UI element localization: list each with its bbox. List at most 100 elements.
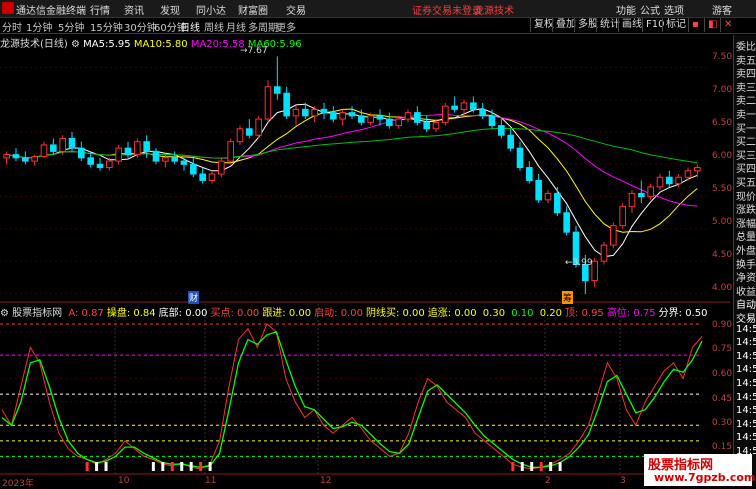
candle-body [470,102,477,110]
x-tick: 12 [320,476,332,486]
period-multi[interactable]: 多周期 [248,19,278,34]
layout-icon[interactable]: ◧ [704,18,720,32]
low-price-label: ←3.99 [565,258,593,268]
period-5min[interactable]: 5分钟 [58,19,84,34]
finance-marker[interactable]: 财 [188,291,200,304]
candle-body [358,115,365,123]
y-tick: 6.00 [712,151,733,161]
x-tick: 2023年 [2,479,34,489]
candle-body [656,176,664,188]
login-warning[interactable]: 证券交易未登录 [412,2,482,17]
period-intraday[interactable]: 分时 [2,19,22,34]
bottom-marker [520,462,524,471]
indicator-a-line [1,323,703,470]
sub-y-tick: 0.15 [712,442,733,452]
candle-body [59,137,66,152]
mark-button[interactable]: 标记 [662,18,689,32]
side-label-25: 14:56 [736,378,756,389]
bottom-marker [558,462,562,471]
chip-marker[interactable]: 筹 [562,291,574,304]
candle-body [666,176,673,185]
candle-body [451,105,458,110]
period-daily[interactable]: 日线 [180,19,200,34]
menu-guest[interactable]: 游客 [712,2,732,17]
candle-body [367,115,374,123]
candle-body [694,167,701,172]
bottom-marker [161,462,165,471]
candle-body [675,176,682,185]
candle-body [414,112,421,123]
stock-name-brand: 龙源技术 [474,6,514,17]
candle-body [152,150,160,162]
draw-line-button[interactable]: 画线 [618,18,645,32]
menu-item-tongxiaoda[interactable]: 同小达 [196,2,226,17]
menu-item-wealth[interactable]: 财富圈 [238,2,268,17]
indicator-trade-line [1,330,703,468]
y-tick: 6.50 [712,118,733,128]
candle-body [208,173,216,181]
y-tick: 4.00 [712,283,733,293]
candle-body [236,128,244,143]
sub-indicator-2: 底部: 0.00 [158,308,208,319]
candle-body [68,137,76,149]
chart-menu-icon[interactable]: ▪ [688,18,702,32]
sub-chart-header: ⚙ 股票指标网 A: 0.87 操盘: 0.84 底部: 0.00 买点: 0.00 跟… [0,304,708,319]
candle-body [526,167,533,181]
period-weekly[interactable]: 周线 [204,19,224,34]
menu-formula[interactable]: 公式 [640,2,660,17]
x-tick: 11 [205,476,217,486]
kline-chart[interactable] [0,34,733,487]
sub-indicator-13: 分界: 0.50 [658,308,708,319]
side-label-22: 14:55 [736,337,756,349]
period-toolbar: 分时 1分钟 5分钟 15分钟 30分钟 60分钟 日线 周线 月线 多周期 更… [0,18,756,34]
candle-body [432,121,440,130]
ma-line-MA60 [6,127,698,164]
side-label-26: 14:56 [736,391,756,403]
menu-options[interactable]: 选项 [664,2,684,17]
menu-item-trade[interactable]: 交易 [286,2,306,17]
menu-item-news[interactable]: 资讯 [124,2,144,17]
bottom-marker [530,462,534,471]
sub-indicator-7: 追涨: 0.00 [427,308,477,319]
sub-indicator-12: 高位: 0.75 [606,308,656,319]
period-monthly[interactable]: 月线 [226,19,246,34]
app-logo-icon [2,2,14,14]
candle-body [246,128,253,136]
period-more[interactable]: 更多 [276,19,296,34]
ma-line-MA5 [6,103,698,258]
sub-indicator-4: 跟进: 0.00 [262,308,312,319]
candle-body [180,160,188,165]
menu-function[interactable]: 功能 [616,2,636,17]
candle-body [348,112,356,117]
sub-settings-icon[interactable]: ⚙ [0,308,9,319]
menu-item-quotes[interactable]: 行情 [90,2,110,17]
x-tick: 2 [545,476,551,486]
period-1min[interactable]: 1分钟 [26,19,52,34]
bottom-marker [85,462,89,471]
candle-body [386,118,393,127]
candle-body [274,86,281,94]
sub-chart-title: 股票指标网 [12,308,63,319]
high-price-label: →7.67 [240,46,268,56]
side-label-21: 14:55 [736,323,756,335]
period-30min[interactable]: 30分钟 [124,19,157,34]
y-tick: 7.50 [712,52,733,62]
candle-body [647,186,654,198]
bottom-marker [170,462,174,471]
bottom-marker [95,462,99,471]
y-tick: 4.50 [712,250,733,260]
candle-body [339,112,346,120]
period-15min[interactable]: 15分钟 [90,19,123,34]
bottom-marker [539,462,543,471]
candle-body [563,212,570,233]
menu-item-discover[interactable]: 发现 [160,2,180,17]
bottom-marker [104,462,108,471]
sub-y-tick: 0.90 [712,320,733,330]
candle-body [143,141,150,152]
sub-indicator-11: 顶: 0.95 [564,308,604,319]
watermark-url: www.7gpzb.com [654,471,756,484]
bottom-marker [199,462,203,471]
sub-indicator-10: 0.20 [536,308,562,319]
close-icon[interactable]: ✕ [720,18,735,32]
sub-indicator-1: 操盘: 0.84 [106,308,156,319]
